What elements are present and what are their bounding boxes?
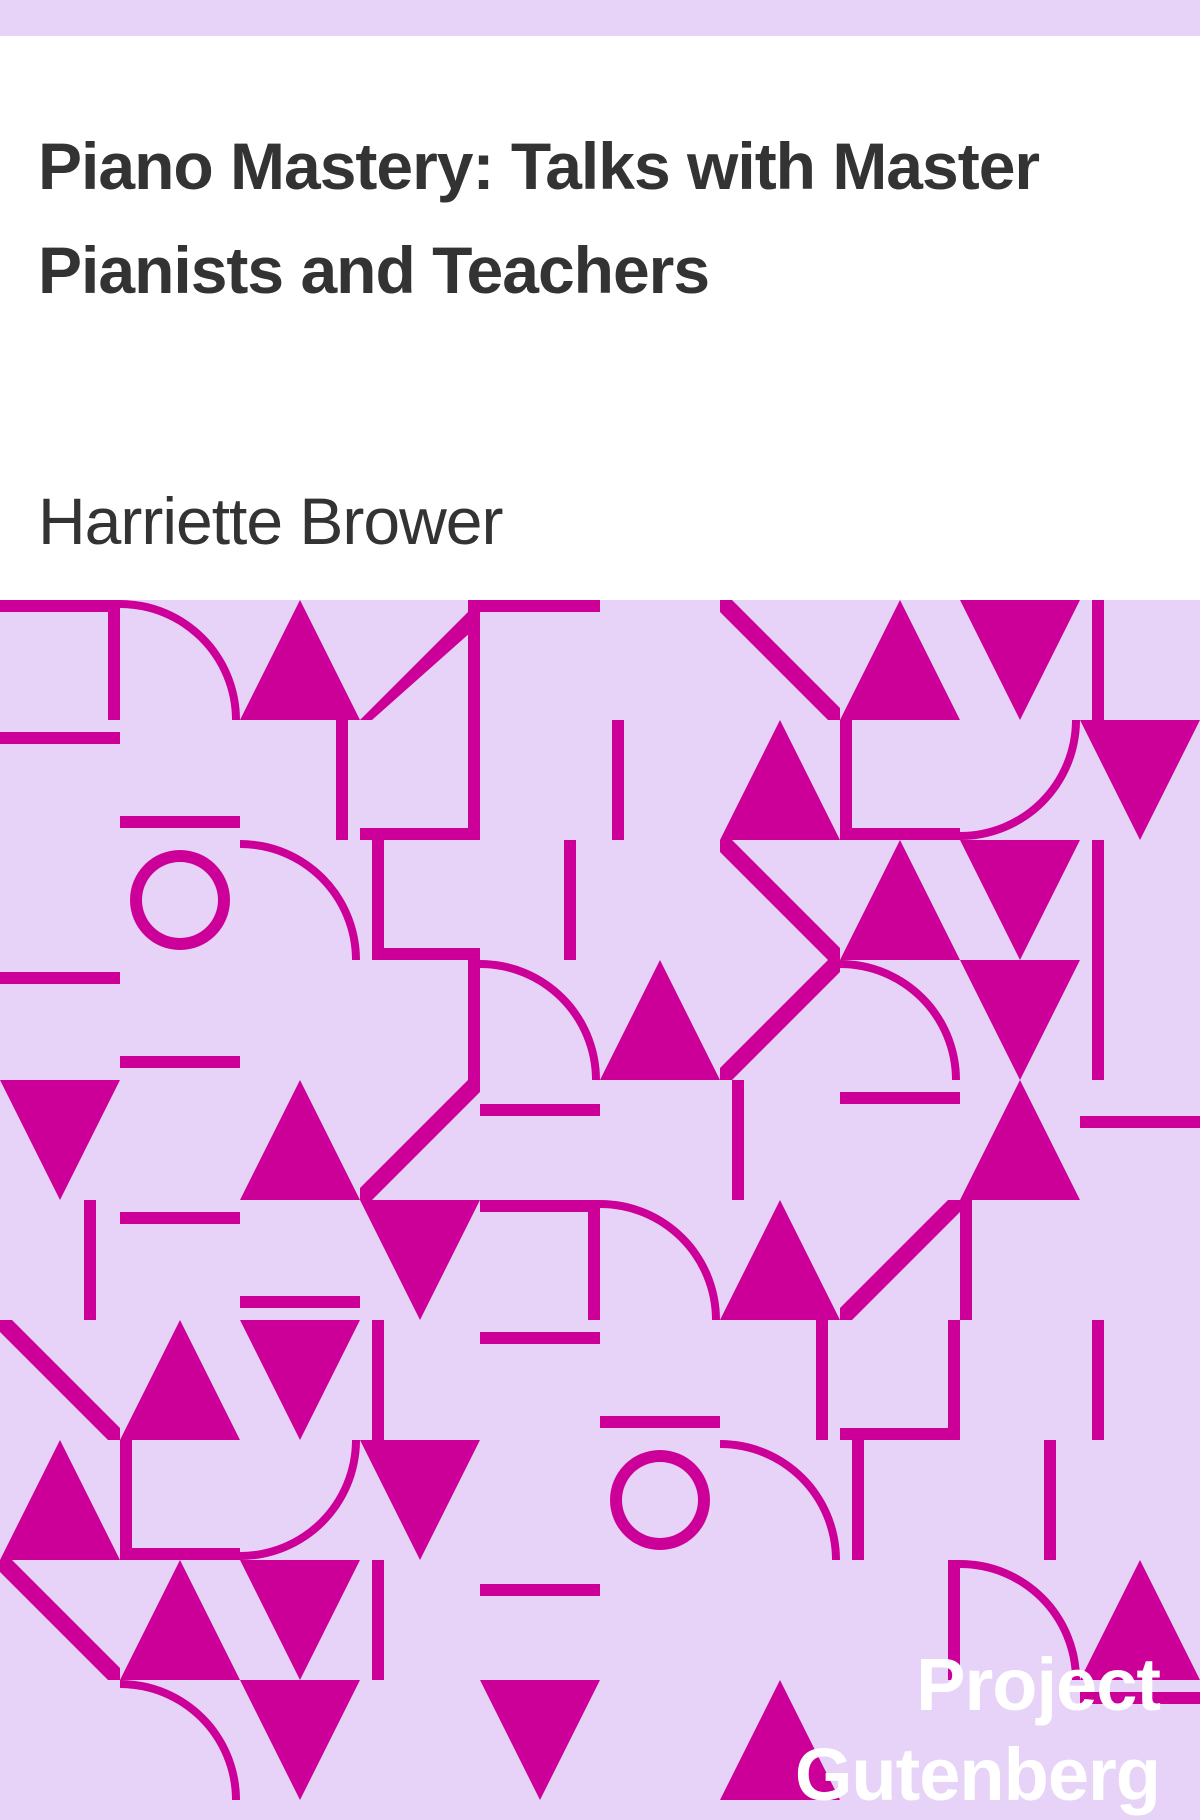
book-cover: Piano Mastery: Talks with Master Pianist… bbox=[0, 0, 1200, 1816]
title-panel: Piano Mastery: Talks with Master Pianist… bbox=[0, 36, 1200, 600]
book-author: Harriette Brower bbox=[38, 484, 503, 558]
top-band bbox=[0, 0, 1200, 36]
publisher-label: Project Gutenberg bbox=[794, 1643, 1161, 1816]
book-title: Piano Mastery: Talks with Master Pianist… bbox=[38, 129, 1040, 307]
geometric-pattern bbox=[0, 600, 1200, 1800]
